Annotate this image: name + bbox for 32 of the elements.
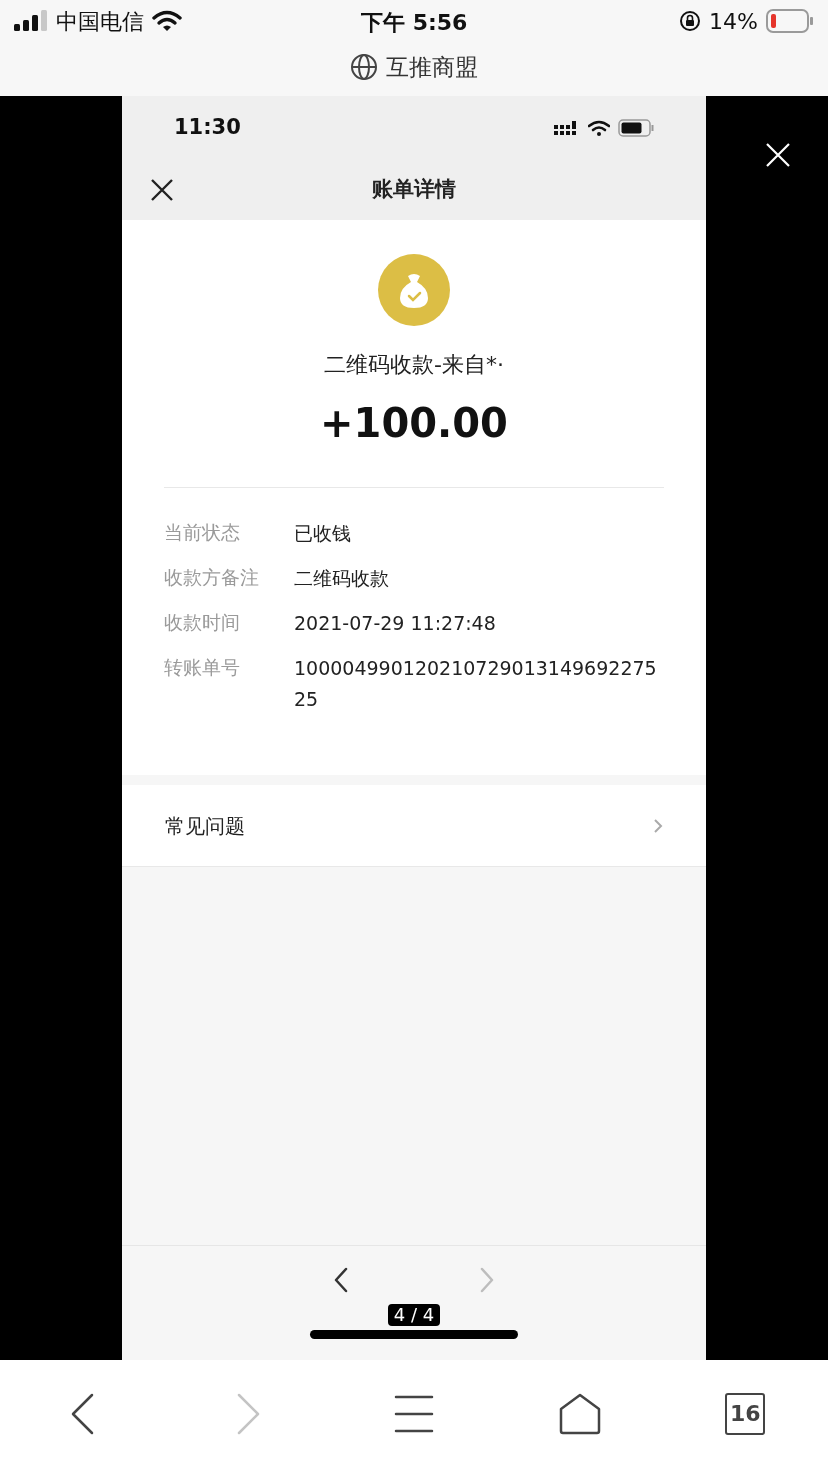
battery-icon [766,9,814,33]
carrier-name: 中国电信 [56,7,144,36]
image-counter: 4 / 4 [387,1304,441,1326]
detail-label: 转账单号 [164,655,241,680]
battery-icon [618,119,654,137]
signal-icon [14,10,48,32]
detail-label: 收款方备注 [164,565,260,590]
menu-button[interactable] [394,1394,434,1434]
battery-percent: 14% [709,7,758,36]
payment-title: 二维码收款-来自*· [324,351,504,379]
faq-row[interactable]: 常见问题 [122,785,706,867]
nav-title: 账单详情 [372,176,456,204]
rotation-lock-icon [679,10,702,32]
detail-label: 收款时间 [164,610,241,635]
detail-value: 2021-07-29 11:27:48 [294,611,497,636]
close-button[interactable] [150,178,174,202]
money-bag-icon [378,254,450,326]
detail-value: 10000499012021072901314969227525 [294,656,658,712]
amount: +100.00 [320,399,508,448]
chevron-icon [653,817,663,834]
back-button[interactable] [70,1393,95,1435]
tabs-button[interactable]: 16 [725,1393,766,1435]
wifi-icon [588,120,610,136]
inner-clock: 11:30 [174,114,241,142]
detail-value: 二维码收款 [294,566,390,591]
page-title: 互推商盟 [386,52,478,82]
globe-icon [350,53,378,81]
detail-value: 已收钱 [294,521,352,546]
detail-label: 当前状态 [164,520,241,545]
home-button[interactable] [558,1393,601,1435]
wifi-icon [152,10,182,32]
clock: 下午 5:56 [361,9,468,37]
